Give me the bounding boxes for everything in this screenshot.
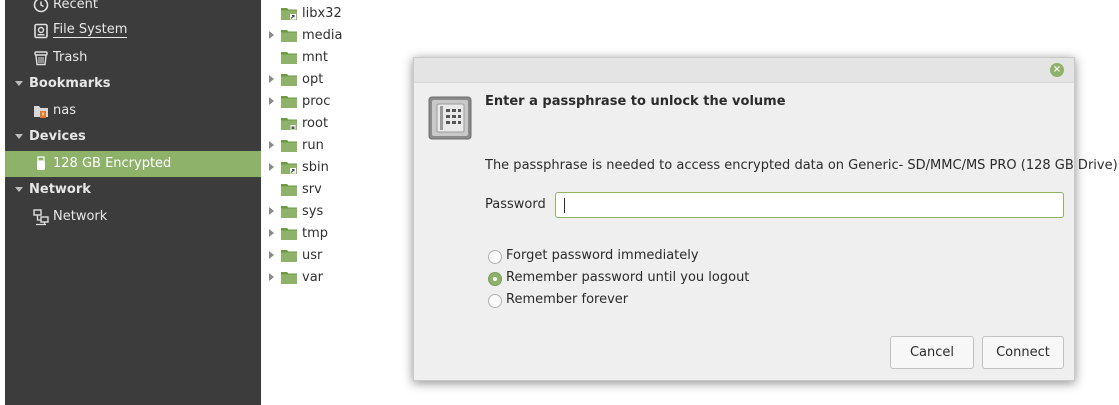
folder-icon <box>281 228 297 240</box>
expander-arrow-icon[interactable] <box>269 229 274 237</box>
tree-row[interactable]: opt <box>262 69 402 91</box>
folder-icon <box>281 272 297 284</box>
folder-icon <box>281 206 297 218</box>
sidebar-item-nas[interactable]: nas <box>5 98 261 124</box>
folder-icon <box>281 140 297 152</box>
sidebar-item-recent[interactable]: Recent <box>5 0 261 18</box>
tree-row[interactable]: tmp <box>262 223 402 245</box>
folder-name: opt <box>302 72 324 87</box>
expander-arrow-icon[interactable] <box>269 97 274 105</box>
tree-row[interactable]: media <box>262 25 402 47</box>
expander-arrow-icon[interactable] <box>269 273 274 281</box>
folder-name: libx32 <box>302 6 342 21</box>
tree-row[interactable]: libx32 <box>262 3 402 25</box>
chevron-down-icon <box>15 187 23 192</box>
section-label: Devices <box>29 129 86 144</box>
folder-icon <box>281 96 297 108</box>
tree-row[interactable]: proc <box>262 91 402 113</box>
expander-arrow-icon[interactable] <box>269 207 274 215</box>
tree-row[interactable]: var <box>262 267 402 289</box>
tree-row[interactable]: usr <box>262 245 402 267</box>
tree-row[interactable]: sbin <box>262 157 402 179</box>
folder-name: sbin <box>302 160 329 175</box>
dialog-description: The passphrase is needed to access encry… <box>485 158 1119 173</box>
usb-drive-icon <box>37 156 45 170</box>
folder-name: usr <box>302 248 323 263</box>
dialog-title: Enter a passphrase to unlock the volume <box>485 94 786 109</box>
sidebar-item-file-system[interactable]: File System <box>5 18 261 44</box>
expander-arrow-icon[interactable] <box>269 31 274 39</box>
section-label: Network <box>29 182 91 197</box>
sidebar-item-label: Recent <box>53 0 98 12</box>
network-icon <box>33 209 49 226</box>
folder-name: proc <box>302 94 331 109</box>
folder-name: run <box>302 138 324 153</box>
radio-label: Remember forever <box>506 292 629 307</box>
folder-name: media <box>302 28 343 43</box>
expander-arrow-icon[interactable] <box>269 251 274 259</box>
section-header-network[interactable]: Network <box>5 177 261 203</box>
radio-remember-forever[interactable]: Remember forever <box>488 291 788 311</box>
tree-row[interactable]: sys <box>262 201 402 223</box>
clock-icon <box>33 0 49 13</box>
tree-row[interactable]: run <box>262 135 402 157</box>
chevron-down-icon <box>15 134 23 139</box>
radio-button[interactable] <box>488 294 502 308</box>
password-field[interactable] <box>555 192 1064 218</box>
sidebar-item-label: Network <box>53 209 108 224</box>
password-label: Password <box>485 197 546 212</box>
folder-icon <box>281 30 297 42</box>
expander-arrow-icon[interactable] <box>269 75 274 83</box>
folder-icon <box>281 118 297 130</box>
tree-row[interactable]: srv <box>262 179 402 201</box>
folder-icon <box>281 184 297 196</box>
radio-label: Forget password immediately <box>506 248 699 263</box>
folder-name: mnt <box>302 50 328 65</box>
cancel-button[interactable]: Cancel <box>890 336 974 369</box>
radio-remember-until-logout[interactable]: Remember password until you logout <box>488 269 788 289</box>
section-header-bookmarks[interactable]: Bookmarks <box>5 71 261 97</box>
folder-name: var <box>302 270 324 285</box>
network-folder-icon <box>34 106 48 118</box>
sidebar-item-label: File System <box>53 22 128 38</box>
unlock-volume-dialog: × Enter a passphrase to unlock the volum… <box>413 57 1119 381</box>
chevron-down-icon <box>15 81 23 86</box>
folder-icon <box>281 250 297 262</box>
section-header-devices[interactable]: Devices <box>5 124 261 150</box>
tree-row[interactable]: mnt <box>262 47 402 69</box>
folder-icon <box>281 8 297 20</box>
dialog-titlebar[interactable]: × <box>414 58 1074 83</box>
safe-icon <box>428 96 472 140</box>
tree-row[interactable]: root <box>262 113 402 135</box>
radio-forget-immediately[interactable]: Forget password immediately <box>488 247 788 267</box>
radio-button-checked[interactable] <box>488 272 502 286</box>
expander-arrow-icon[interactable] <box>269 141 274 149</box>
radio-button[interactable] <box>488 250 502 264</box>
close-icon[interactable]: × <box>1050 63 1064 77</box>
sidebar-item-trash[interactable]: Trash <box>5 45 261 71</box>
folder-icon <box>281 74 297 86</box>
trash-icon <box>34 51 48 66</box>
sidebar-item-label: nas <box>53 103 76 118</box>
folder-name: tmp <box>302 226 329 241</box>
text-caret <box>564 198 565 213</box>
radio-label: Remember password until you logout <box>506 270 750 285</box>
sidebar: Recent File System Trash Bookmarks nas D… <box>5 0 261 405</box>
section-label: Bookmarks <box>29 76 111 91</box>
folder-name: srv <box>302 182 322 197</box>
folder-name: root <box>302 116 329 131</box>
sidebar-item-label: Trash <box>53 50 88 65</box>
folder-icon <box>281 52 297 64</box>
connect-button[interactable]: Connect <box>982 336 1064 369</box>
expander-arrow-icon[interactable] <box>269 163 274 171</box>
drive-icon <box>34 23 48 39</box>
folder-icon <box>281 162 297 174</box>
sidebar-item-label: 128 GB Encrypted <box>53 156 172 171</box>
sidebar-item-128gb-encrypted[interactable]: 128 GB Encrypted <box>5 151 261 177</box>
folder-name: sys <box>302 204 324 219</box>
sidebar-item-network[interactable]: Network <box>5 204 261 230</box>
